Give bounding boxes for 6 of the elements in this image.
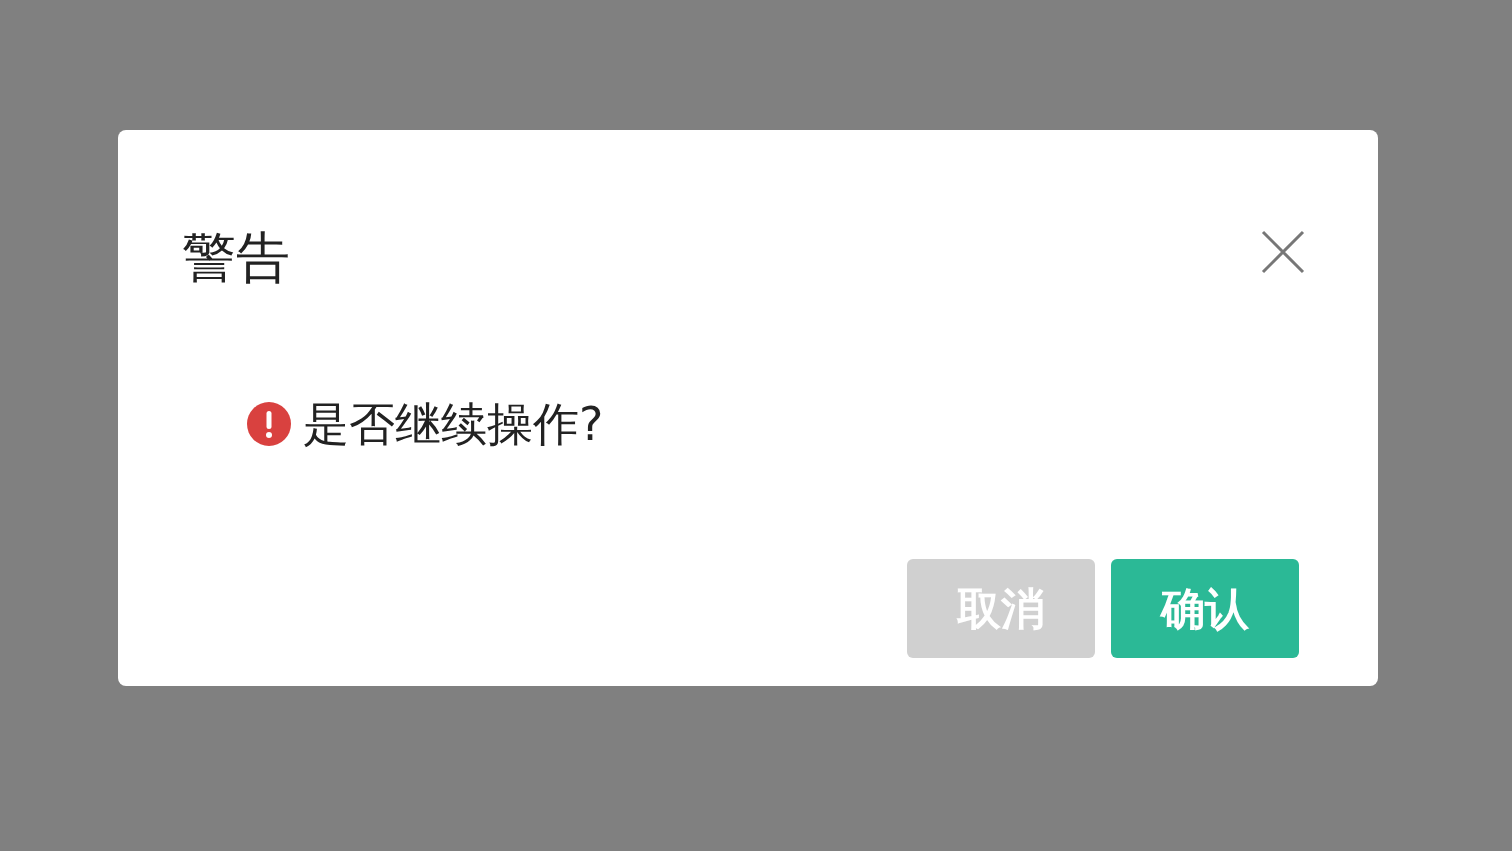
close-icon: [1261, 230, 1305, 274]
confirm-button[interactable]: 确认: [1111, 559, 1299, 658]
close-button[interactable]: [1261, 230, 1305, 274]
error-icon: [247, 402, 291, 446]
dialog-message: 是否继续操作?: [303, 396, 604, 453]
dialog-title: 警告: [182, 225, 290, 291]
